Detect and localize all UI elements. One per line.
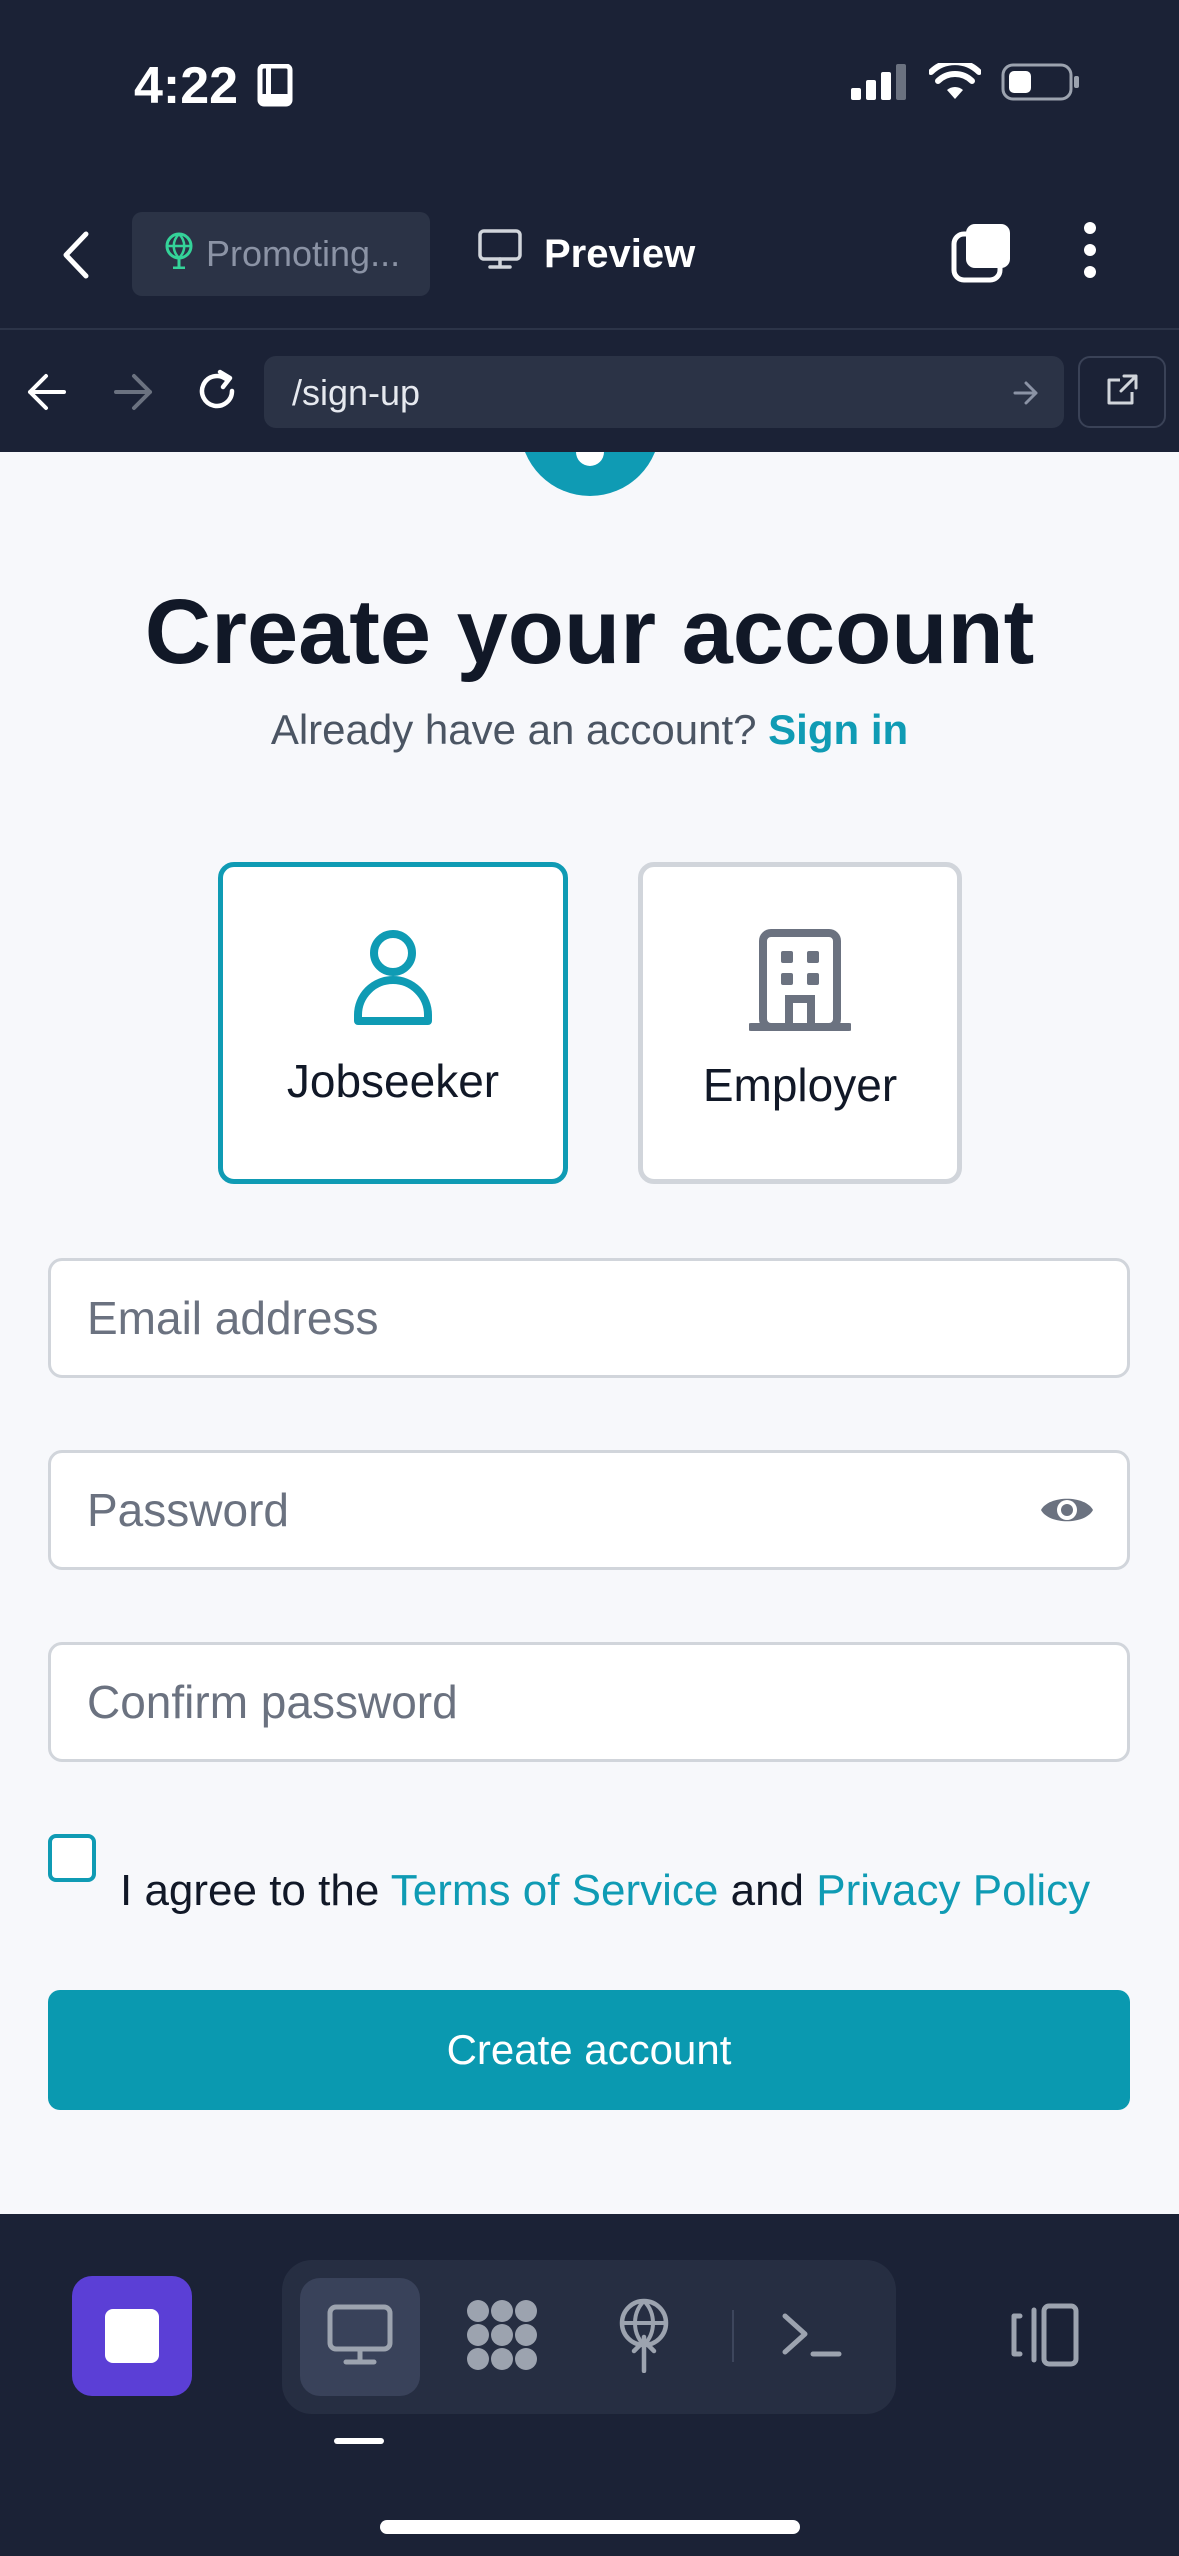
url-bar: /sign-up [0,332,1179,452]
open-external-icon [1104,372,1140,413]
terms-middle: and [730,1866,805,1915]
page-title: Create your account [144,581,1035,683]
tabs-icon[interactable] [950,222,1012,289]
apps-grid-icon [464,2297,540,2378]
desktop-icon [327,2304,393,2371]
book-icon [256,63,296,113]
url-text: /sign-up [292,372,421,413]
arrow-left-icon[interactable] [24,370,70,419]
apps-tool-button[interactable] [442,2278,562,2396]
globe-antenna-icon [614,2297,674,2378]
terms-prefix: I agree to the [120,1866,380,1915]
reload-icon[interactable] [192,366,242,421]
status-bar: 4:22 [0,0,1179,180]
subtitle: Already have an account? Sign in [0,706,1179,754]
building-icon [747,927,853,1036]
user-icon [350,927,436,1032]
email-field[interactable] [48,1258,1130,1378]
page-content: Create your account Already have an acco… [0,452,1179,2214]
arrow-right-icon[interactable] [1012,380,1040,411]
terms-of-service-link[interactable]: Terms of Service [391,1866,719,1915]
terminal-tool-button[interactable] [752,2278,872,2396]
device-toggle-icon[interactable] [1006,2302,1080,2373]
create-account-button[interactable]: Create account [48,1990,1130,2110]
home-indicator [380,2520,800,2534]
terminal-icon [781,2310,843,2365]
status-time: 4:22 [134,57,239,115]
password-field[interactable] [48,1450,1130,1570]
deploy-tool-button[interactable] [584,2278,704,2396]
role-label-employer: Employer [702,1059,898,1111]
preview-label: Preview [544,231,696,276]
confirm-password-input[interactable] [87,1645,1047,1759]
cellular-signal-icon [851,64,909,105]
subtitle-text: Already have an account? [270,706,757,753]
terms-text: I agree to the Terms of Service and Priv… [120,1866,1090,1916]
app-header: Promoting... Preview [0,190,1179,330]
tool-group [282,2260,896,2414]
tool-divider [732,2310,734,2362]
terms-row: I agree to the Terms of Service and Priv… [48,1834,1148,1924]
promoting-pill[interactable]: Promoting... [132,212,430,296]
kebab-icon[interactable] [1070,220,1110,285]
stop-button[interactable] [72,2276,192,2396]
sign-in-link[interactable]: Sign in [768,706,908,753]
bottom-toolbar [0,2214,1179,2556]
chevron-left-icon[interactable] [60,230,92,285]
role-card-jobseeker[interactable]: Jobseeker [218,862,568,1184]
active-tool-indicator [334,2438,384,2444]
open-external-button[interactable] [1078,356,1166,428]
confirm-password-field[interactable] [48,1642,1130,1762]
url-input[interactable]: /sign-up [264,356,1064,428]
preview-toggle[interactable]: Preview [478,212,695,296]
role-label-jobseeker: Jobseeker [286,1055,500,1107]
role-card-employer[interactable]: Employer [638,862,962,1184]
logo [520,452,660,496]
eye-icon[interactable] [1039,1489,1095,1536]
globe-antenna-icon [162,231,196,278]
email-input[interactable] [87,1261,1047,1375]
arrow-right-icon[interactable] [110,370,156,419]
stop-icon [105,2309,159,2363]
promoting-label: Promoting... [206,233,401,274]
privacy-policy-link[interactable]: Privacy Policy [816,1866,1090,1915]
battery-icon [1001,62,1081,107]
terms-checkbox[interactable] [48,1834,96,1882]
desktop-tool-button[interactable] [300,2278,420,2396]
password-input[interactable] [87,1453,1047,1567]
monitor-icon [478,229,522,279]
wifi-icon [928,59,982,106]
